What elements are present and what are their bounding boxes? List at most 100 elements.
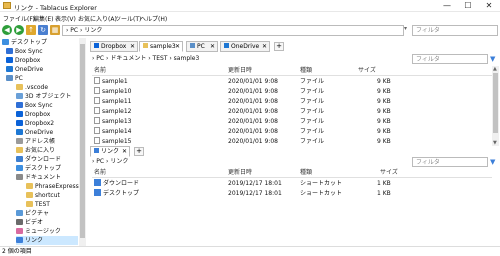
tree-item-dropbox-2[interactable]: Dropbox — [16, 110, 50, 119]
table-row[interactable]: sample10 2020/01/01 9:08 ファイル 9 KB — [94, 87, 489, 97]
tree-item-3d-objects[interactable]: 3D オブジェクト — [16, 92, 71, 101]
tree-item-videos[interactable]: ビデオ — [16, 218, 43, 227]
tree-item-dropbox[interactable]: Dropbox — [6, 56, 40, 65]
folder-icon — [26, 183, 33, 189]
window-title: リンク - Tablacus Explorer — [14, 4, 97, 12]
file-icon — [94, 107, 100, 114]
pc-icon — [190, 43, 195, 48]
table-row[interactable]: sample13 2020/01/01 9:08 ファイル 9 KB — [94, 117, 489, 127]
filter-funnel-icon[interactable]: ▼ — [490, 55, 495, 63]
tree-item-favorites[interactable]: お気に入り — [16, 146, 55, 155]
folder-icon — [26, 192, 33, 198]
top-filter-input[interactable]: フィルタ — [412, 54, 488, 64]
column-type[interactable]: 種類 — [300, 168, 312, 178]
tree-item-documents[interactable]: ドキュメント — [16, 173, 61, 182]
tree-scrollbar-thumb[interactable] — [80, 44, 85, 238]
column-name[interactable]: 名前 — [94, 168, 106, 178]
column-size[interactable]: サイズ — [358, 66, 376, 76]
up-folder-icon[interactable]: ↑ — [26, 25, 36, 35]
column-date[interactable]: 更新日時 — [228, 168, 252, 178]
table-row[interactable]: sample14 2020/01/01 9:08 ファイル 9 KB — [94, 127, 489, 137]
menu-file[interactable]: ファイル(F) — [3, 14, 35, 23]
tree-item-onedrive[interactable]: OneDrive — [6, 65, 43, 74]
tree-item-phraseexpress[interactable]: PhraseExpress — [26, 182, 79, 191]
tree-item-downloads[interactable]: ダウンロード — [16, 155, 61, 164]
star-icon — [16, 147, 23, 153]
maximize-button[interactable]: ☐ — [459, 0, 477, 11]
tab-sample3[interactable]: sample3 ✕ — [139, 41, 183, 52]
bottom-path[interactable]: › PC › リンク — [92, 157, 412, 167]
bottom-tab-bar: リンク ✕ + — [90, 146, 500, 157]
top-tab-bar: Dropbox ✕ sample3 ✕ PC ✕ OneDrive ✕ + — [90, 41, 500, 52]
back-arrow-icon[interactable]: ◀ — [2, 25, 12, 35]
menu-help[interactable]: ヘルプ(H) — [140, 14, 167, 23]
column-size[interactable]: サイズ — [380, 168, 398, 178]
file-icon — [94, 137, 100, 144]
3d-objects-icon — [16, 93, 23, 99]
tree-item-onedrive-2[interactable]: OneDrive — [16, 128, 53, 137]
video-icon — [16, 219, 23, 225]
top-scrollbar-thumb[interactable] — [493, 73, 498, 133]
menu-favorites[interactable]: お気に入り(A) — [78, 14, 117, 23]
desktop-icon — [2, 39, 9, 45]
tree-item-desktop[interactable]: デスクトップ — [2, 38, 47, 47]
column-date[interactable]: 更新日時 — [228, 66, 252, 76]
box-sync-icon — [16, 102, 23, 108]
bottom-filter-input[interactable]: フィルタ — [412, 157, 488, 167]
top-path[interactable]: › PC › ドキュメント › TEST › sample3 — [92, 54, 412, 64]
filter-funnel-icon[interactable]: ▼ — [490, 158, 495, 166]
close-tab-icon[interactable]: ✕ — [130, 42, 135, 51]
address-bar[interactable]: › PC › リンク — [62, 25, 404, 36]
table-row[interactable]: sample1 2020/01/01 9:08 ファイル 9 KB — [94, 77, 489, 87]
tree-item-box-sync-2[interactable]: Box Sync — [16, 101, 53, 110]
tree-item-shortcut[interactable]: shortcut — [26, 191, 60, 200]
add-tab-button[interactable]: + — [274, 42, 284, 51]
close-button[interactable]: ✕ — [480, 0, 498, 11]
table-row[interactable]: ダウンロード 2019/12/17 18:01 ショートカット 1 KB — [94, 179, 489, 189]
address-book-icon — [16, 138, 23, 144]
table-row[interactable]: デスクトップ 2019/12/17 18:01 ショートカット 1 KB — [94, 189, 489, 199]
dropdown-arrow-icon[interactable]: ▾ — [404, 25, 407, 32]
tree-item-test[interactable]: TEST — [26, 200, 50, 209]
column-name[interactable]: 名前 — [94, 66, 106, 76]
filter-input[interactable]: フィルタ — [412, 25, 498, 36]
tree-item-dropbox2[interactable]: Dropbox2 — [16, 119, 54, 128]
tree-item-music[interactable]: ミュージック — [16, 227, 61, 236]
navigation-toolbar: ◀ ▶ ↑ ↻ ▦ › PC › リンク フィルタ ▾ — [0, 24, 500, 37]
folder-icon — [16, 84, 23, 90]
tree-item-pc[interactable]: PC — [6, 74, 23, 83]
scroll-up-icon[interactable]: ▲ — [493, 66, 497, 72]
tree-item-pictures[interactable]: ピクチャ — [16, 209, 49, 218]
tab-onedrive[interactable]: OneDrive ✕ — [220, 41, 270, 52]
add-tab-button[interactable]: + — [134, 147, 144, 156]
onedrive-icon — [224, 43, 229, 48]
tree-item-links[interactable]: リンク — [16, 236, 78, 245]
pictures-icon — [16, 210, 23, 216]
close-tab-icon[interactable]: ✕ — [122, 147, 127, 156]
forward-arrow-icon[interactable]: ▶ — [14, 25, 24, 35]
download-shortcut-icon — [94, 179, 101, 186]
links-icon — [16, 237, 23, 243]
close-tab-icon[interactable]: ✕ — [210, 42, 215, 51]
table-row[interactable]: sample11 2020/01/01 9:08 ファイル 9 KB — [94, 97, 489, 107]
tree-item-vscode[interactable]: .vscode — [16, 83, 48, 92]
tab-dropbox[interactable]: Dropbox ✕ — [90, 41, 138, 52]
refresh-icon[interactable]: ↻ — [38, 25, 48, 35]
menu-edit[interactable]: 編集(E) — [33, 14, 53, 23]
tree-item-desktop-2[interactable]: デスクトップ — [16, 164, 61, 173]
menu-view[interactable]: 表示(V) — [55, 14, 76, 23]
file-icon — [94, 127, 100, 134]
tab-links[interactable]: リンク ✕ — [90, 146, 130, 157]
tab-pc[interactable]: PC ✕ — [186, 41, 218, 52]
bottom-column-header: 名前 更新日時 種類 サイズ — [92, 168, 492, 178]
menu-tools[interactable]: ツール(T) — [115, 14, 141, 23]
dropbox-icon — [16, 120, 23, 126]
tree-item-box-sync[interactable]: Box Sync — [6, 47, 43, 56]
minimize-button[interactable]: — — [438, 0, 456, 11]
folder-view-icon[interactable]: ▦ — [50, 25, 60, 35]
column-type[interactable]: 種類 — [300, 66, 312, 76]
close-tab-icon[interactable]: ✕ — [175, 42, 180, 51]
close-tab-icon[interactable]: ✕ — [262, 42, 267, 51]
tree-item-address-book[interactable]: アドレス帳 — [16, 137, 55, 146]
table-row[interactable]: sample12 2020/01/01 9:08 ファイル 9 KB — [94, 107, 489, 117]
